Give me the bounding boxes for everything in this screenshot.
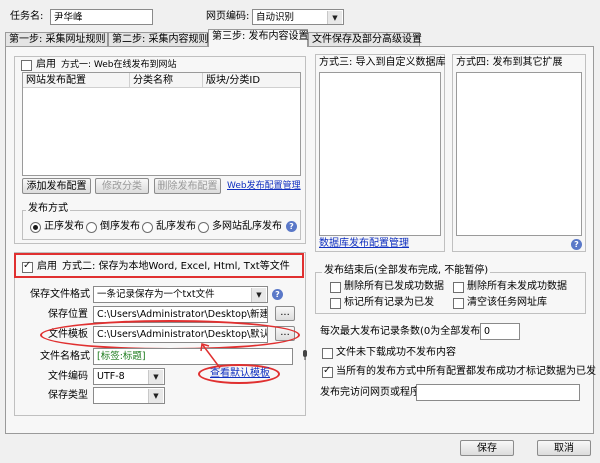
file-encoding-label: 文件编码: [48, 371, 88, 382]
panel-content: 启用 方式一: Web在线发布到网站 网站发布配置 分类名称 版块/分类ID 添…: [0, 0, 600, 463]
delete-unpublished-checkbox[interactable]: [453, 282, 464, 293]
method1-config-table[interactable]: 网站发布配置 分类名称 版块/分类ID: [22, 72, 301, 176]
publish-mode-label: 发布方式: [26, 202, 70, 216]
help-icon[interactable]: ?: [571, 239, 582, 250]
help-icon[interactable]: ?: [286, 221, 297, 232]
file-format-select-value: 一条记录保存为一个txt文件: [97, 289, 215, 300]
delete-published-label: 删除所有已发成功数据: [344, 281, 444, 292]
radio-publish-random[interactable]: [142, 222, 153, 233]
mark-published-label: 当所有的发布方式中所有配置都发布成功才标记数据为已发: [336, 366, 596, 377]
method1-enable-label: 启用: [36, 59, 56, 70]
microphone-icon[interactable]: [302, 350, 308, 361]
edit-category-button[interactable]: 修改分类: [95, 178, 149, 194]
max-publish-label: 每次最大发布记录条数(0为全部发布):: [320, 326, 488, 337]
filename-format-label: 文件名格式: [40, 351, 90, 362]
mark-all-published-label: 标记所有记录为已发: [344, 297, 434, 308]
after-publish-title: 发布结束后(全部发布完成, 不能暂停): [322, 264, 491, 278]
file-encoding-select-value: UTF-8: [97, 371, 125, 382]
after-program-label: 发布完访问网页或程序: [320, 387, 420, 398]
file-encoding-select[interactable]: UTF-8 ▼: [93, 368, 165, 385]
delete-publish-config-button[interactable]: 删除发布配置: [154, 178, 221, 194]
chevron-down-icon: ▼: [251, 288, 266, 302]
mark-all-published-checkbox[interactable]: [330, 298, 341, 309]
browse-location-button[interactable]: ...: [275, 306, 295, 321]
no-publish-on-fail-label: 文件未下载成功不发布内容: [336, 347, 456, 358]
method1-title: 方式一: Web在线发布到网站: [61, 60, 177, 70]
method3-list[interactable]: [319, 72, 441, 236]
radio-publish-forward[interactable]: [30, 222, 41, 233]
chevron-down-icon: ▼: [148, 370, 163, 384]
radio-publish-forward-label: 正序发布: [44, 221, 84, 232]
web-publish-config-link[interactable]: Web发布配置管理: [227, 179, 301, 193]
clear-url-library-checkbox[interactable]: [453, 298, 464, 309]
radio-publish-multisite-random-label: 多网站乱序发布: [212, 221, 282, 232]
tab-publish-settings[interactable]: 第三步: 发布内容设置: [208, 29, 309, 47]
radio-publish-multisite-random[interactable]: [198, 222, 209, 233]
column-header-site-config: 网站发布配置: [23, 73, 130, 88]
method2-title: 方式二: 保存为本地Word, Excel, Html, Txt等文件: [62, 261, 290, 272]
save-type-label: 保存类型: [48, 390, 88, 401]
radio-publish-random-label: 乱序发布: [156, 221, 196, 232]
max-publish-input[interactable]: 0: [480, 323, 520, 340]
save-type-select[interactable]: ▼: [93, 387, 165, 404]
method3-title: 方式三: 导入到自定义数据库: [319, 57, 446, 68]
radio-publish-reverse-label: 倒序发布: [100, 221, 140, 232]
method2-enable-label: 启用: [37, 261, 57, 272]
after-program-input[interactable]: [416, 384, 580, 401]
file-format-select[interactable]: 一条记录保存为一个txt文件 ▼: [93, 286, 268, 303]
delete-published-checkbox[interactable]: [330, 282, 341, 293]
database-publish-config-link[interactable]: 数据库发布配置管理: [319, 237, 409, 251]
save-location-label: 保存位置: [48, 309, 88, 320]
column-header-board-id: 版块/分类ID: [203, 73, 300, 88]
no-publish-on-fail-checkbox[interactable]: [322, 348, 333, 359]
mark-published-checkbox[interactable]: [322, 365, 333, 378]
view-default-template-link[interactable]: 查看默认模板: [210, 367, 270, 381]
add-publish-config-button[interactable]: 添加发布配置: [22, 178, 91, 194]
chevron-down-icon: ▼: [148, 389, 163, 403]
column-header-category-name: 分类名称: [130, 73, 203, 88]
help-icon[interactable]: ?: [272, 289, 283, 300]
template-highlight-ellipse: [40, 320, 300, 350]
radio-publish-reverse[interactable]: [86, 222, 97, 233]
filename-format-input[interactable]: [标签:标题]: [93, 348, 293, 365]
method4-list[interactable]: [456, 72, 582, 236]
method1-enable-checkbox[interactable]: [21, 60, 32, 71]
file-format-label: 保存文件格式: [30, 289, 90, 300]
clear-url-library-label: 清空该任务网址库: [467, 297, 547, 308]
method2-enable-checkbox[interactable]: [22, 260, 33, 273]
save-button[interactable]: 保存: [460, 440, 514, 456]
method4-title: 方式四: 发布到其它扩展: [456, 57, 563, 68]
cancel-button[interactable]: 取消: [537, 440, 591, 456]
annotation-arrow: [200, 340, 221, 369]
delete-unpublished-label: 删除所有未发成功数据: [467, 281, 567, 292]
